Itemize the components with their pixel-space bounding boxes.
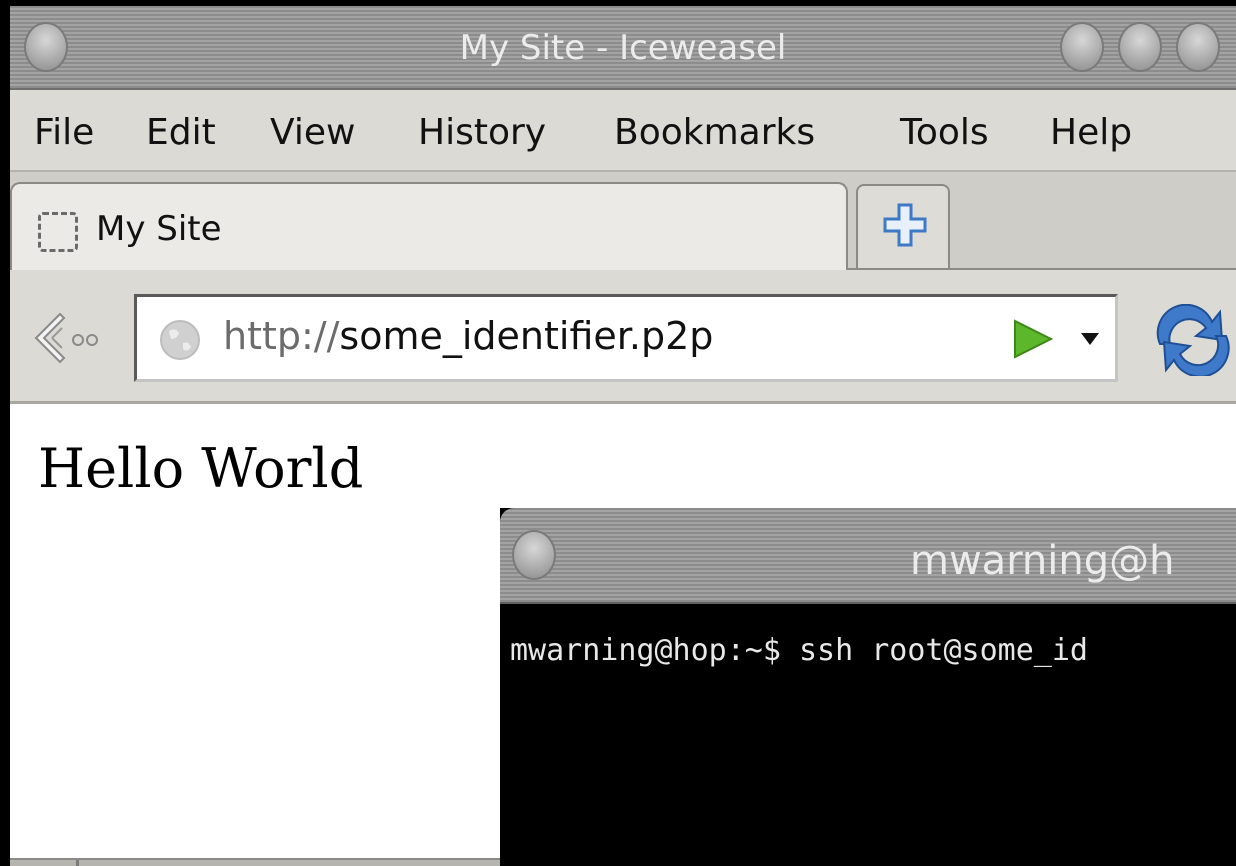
- minimize-button[interactable]: [1060, 22, 1104, 72]
- globe-icon: [160, 320, 200, 360]
- url-scheme: http://: [223, 314, 340, 358]
- chevron-down-icon[interactable]: [1079, 331, 1101, 347]
- back-arrow-icon[interactable]: [30, 310, 102, 366]
- page-heading: Hello World: [38, 437, 364, 500]
- default-page-icon: [38, 212, 78, 252]
- maximize-button[interactable]: [1118, 22, 1162, 72]
- tab-bar: My Site: [10, 172, 1236, 270]
- menu-view[interactable]: View: [270, 112, 355, 154]
- menu-history[interactable]: History: [418, 112, 546, 154]
- menu-bookmarks[interactable]: Bookmarks: [614, 112, 815, 154]
- terminal-titlebar[interactable]: mwarning@h: [500, 508, 1236, 604]
- menu-file[interactable]: File: [34, 112, 94, 154]
- menu-edit[interactable]: Edit: [146, 112, 216, 154]
- terminal-window-title: mwarning@h: [910, 538, 1175, 584]
- tab-label: My Site: [96, 209, 222, 249]
- status-separator: [76, 860, 79, 866]
- browser-window-title: My Site - Iceweasel: [459, 28, 787, 68]
- terminal-window-menu-button[interactable]: [512, 530, 556, 580]
- url-text[interactable]: http://some_identifier.p2p: [223, 313, 713, 359]
- status-bar: [10, 858, 510, 866]
- browser-titlebar[interactable]: My Site - Iceweasel: [10, 6, 1236, 90]
- plus-icon: [883, 203, 927, 247]
- navigation-toolbar: http://some_identifier.p2p: [10, 270, 1236, 404]
- menu-bar: File Edit View History Bookmarks Tools H…: [10, 90, 1236, 172]
- go-arrow-icon[interactable]: [1011, 317, 1055, 361]
- reload-icon[interactable]: [1150, 304, 1236, 376]
- url-bar[interactable]: http://some_identifier.p2p: [134, 294, 1118, 382]
- terminal-window[interactable]: mwarning@h mwarning@hop:~$ ssh root@some…: [500, 508, 1236, 866]
- url-host: some_identifier.p2p: [339, 314, 714, 358]
- new-tab-button[interactable]: [856, 184, 950, 268]
- terminal-prompt-line[interactable]: mwarning@hop:~$ ssh root@some_id: [510, 632, 1088, 670]
- menu-tools[interactable]: Tools: [900, 112, 989, 154]
- tab-my-site[interactable]: My Site: [10, 182, 848, 270]
- close-button[interactable]: [1176, 22, 1220, 72]
- menu-help[interactable]: Help: [1050, 112, 1132, 154]
